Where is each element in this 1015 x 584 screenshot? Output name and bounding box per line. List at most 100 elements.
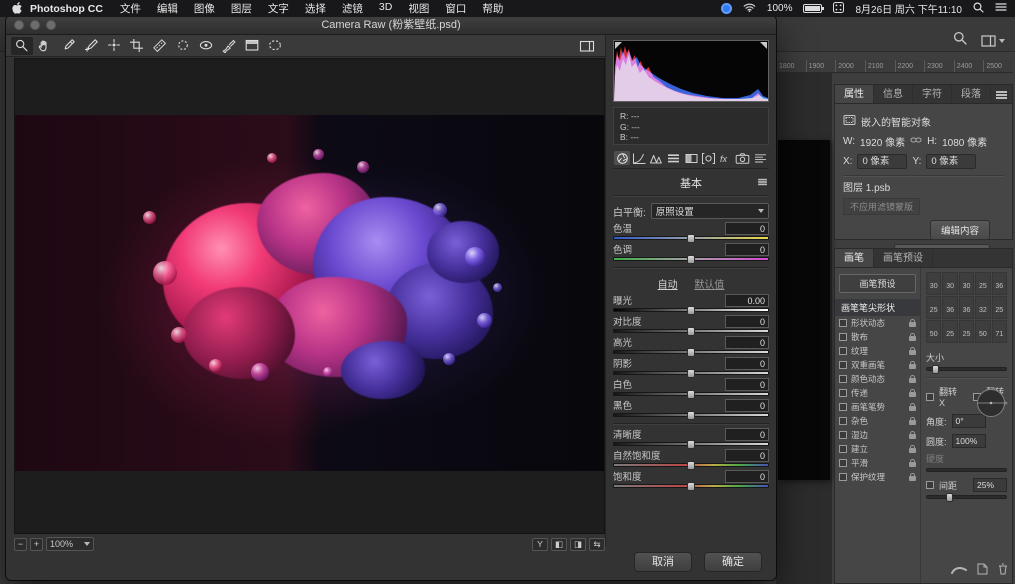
link-dimensions-icon[interactable] (910, 136, 922, 147)
spacing-thumb[interactable] (946, 493, 953, 502)
spotlight-search-icon[interactable] (973, 2, 984, 16)
slider-thumb[interactable] (687, 327, 695, 336)
color-sampler-tool-icon[interactable] (80, 37, 102, 55)
crop-tool-icon[interactable] (126, 37, 148, 55)
tab-detail-icon[interactable] (649, 151, 665, 165)
hardness-slider[interactable] (926, 468, 1007, 472)
slider-thumb[interactable] (687, 482, 695, 491)
lock-icon[interactable] (909, 406, 916, 411)
lock-icon[interactable] (909, 434, 916, 439)
brush-stroke-preview-icon[interactable] (951, 562, 967, 580)
brush-size-thumb[interactable] (932, 365, 939, 374)
tab-hsl-grayscale-icon[interactable] (666, 151, 682, 165)
brush-option-row[interactable]: 保护纹理 (835, 470, 920, 484)
spot-removal-tool-icon[interactable] (172, 37, 194, 55)
slider-thumb[interactable] (687, 306, 695, 315)
slider-track[interactable] (613, 442, 769, 446)
lock-icon[interactable] (909, 476, 916, 481)
tab-basic-icon[interactable] (614, 151, 630, 165)
brush-option-checkbox[interactable] (839, 389, 847, 397)
lock-icon[interactable] (909, 364, 916, 369)
white-balance-tool-icon[interactable] (57, 37, 79, 55)
brush-tip-cell[interactable]: 25 (975, 272, 990, 295)
adjustment-brush-tool-icon[interactable] (218, 37, 240, 55)
radial-filter-tool-icon[interactable] (264, 37, 286, 55)
default-link[interactable]: 默认值 (694, 280, 724, 291)
slider-track[interactable] (613, 350, 769, 354)
slider-thumb[interactable] (687, 234, 695, 243)
slider-thumb[interactable] (687, 440, 695, 449)
slider-value-field[interactable]: 0.00 (725, 294, 769, 307)
slider-value-field[interactable]: 0 (725, 222, 769, 235)
brush-presets-button[interactable]: 画笔预设 (839, 274, 916, 293)
tab-camera-calibration-icon[interactable] (735, 151, 751, 165)
brush-tip-cell[interactable]: 36 (959, 296, 974, 319)
delete-brush-icon[interactable] (998, 562, 1008, 580)
panel-tab[interactable]: 字符 (913, 85, 952, 103)
brush-tip-cell[interactable]: 36 (992, 272, 1007, 295)
zoom-level-select[interactable]: 100% (46, 537, 94, 551)
slider-track[interactable] (613, 236, 769, 240)
slider-track[interactable] (613, 371, 769, 375)
highlight-clipping-indicator[interactable] (760, 42, 767, 49)
slider-value-field[interactable]: 0 (725, 449, 769, 462)
minimize-button[interactable] (30, 20, 40, 30)
input-source-icon[interactable] (833, 2, 844, 16)
brush-option-row[interactable]: 建立 (835, 442, 920, 456)
menu-item[interactable]: 文件 (112, 1, 149, 16)
brush-tip-cell[interactable]: 50 (975, 320, 990, 343)
spacing-slider[interactable] (926, 495, 1007, 499)
zoom-out-button[interactable]: − (14, 538, 27, 551)
brush-option-checkbox[interactable] (839, 431, 847, 439)
menu-item[interactable]: 文字 (260, 1, 297, 16)
apple-menu-icon[interactable] (8, 2, 26, 15)
slider-value-field[interactable]: 0 (725, 399, 769, 412)
zoom-window-button[interactable] (46, 20, 56, 30)
close-button[interactable] (14, 20, 24, 30)
width-value[interactable]: 1920 像素 (860, 134, 905, 149)
brush-option-row[interactable]: 双重画笔 (835, 358, 920, 372)
slider-track[interactable] (613, 463, 769, 467)
split-view-vertical-button[interactable]: ◧ (551, 538, 567, 551)
menu-item[interactable]: 帮助 (474, 1, 511, 16)
menu-item[interactable]: 图像 (186, 1, 223, 16)
slider-thumb[interactable] (687, 369, 695, 378)
slider-value-field[interactable]: 0 (725, 243, 769, 256)
brush-option-row[interactable]: 杂色 (835, 414, 920, 428)
panel-tab[interactable]: 画笔预设 (874, 249, 933, 267)
menu-item[interactable]: 编辑 (149, 1, 186, 16)
new-brush-icon[interactable] (977, 562, 988, 580)
brush-tip-shape-item[interactable]: 画笔笔尖形状 (835, 299, 920, 316)
red-eye-tool-icon[interactable] (195, 37, 217, 55)
ps-workspace-icon[interactable] (981, 35, 1005, 47)
lock-icon[interactable] (909, 448, 916, 453)
brush-tip-cell[interactable]: 25 (959, 320, 974, 343)
menu-item[interactable]: 滤镜 (334, 1, 371, 16)
brush-tip-cell[interactable]: 25 (926, 296, 941, 319)
y-field[interactable]: 0 像素 (926, 154, 976, 169)
zoom-tool-icon[interactable] (11, 37, 33, 55)
tab-lens-corrections-icon[interactable] (700, 151, 716, 165)
brush-option-checkbox[interactable] (839, 347, 847, 355)
wifi-icon[interactable] (743, 2, 756, 15)
brush-option-row[interactable]: 传递 (835, 386, 920, 400)
slider-thumb[interactable] (687, 461, 695, 470)
slider-value-field[interactable]: 0 (725, 378, 769, 391)
dialog-titlebar[interactable]: Camera Raw (粉紫壁纸.psd) (6, 16, 776, 35)
slider-track[interactable] (613, 484, 769, 488)
brush-tip-cell[interactable]: 30 (942, 272, 957, 295)
brush-option-checkbox[interactable] (839, 375, 847, 383)
tab-split-toning-icon[interactable] (683, 151, 699, 165)
brush-angle-control[interactable] (974, 386, 1008, 425)
brush-tip-cell[interactable]: 32 (975, 296, 990, 319)
ps-search-icon[interactable] (953, 31, 967, 50)
brush-option-checkbox[interactable] (839, 403, 847, 411)
lock-icon[interactable] (909, 392, 916, 397)
brush-option-checkbox[interactable] (839, 361, 847, 369)
ok-button[interactable]: 确定 (704, 552, 762, 572)
battery-icon[interactable] (803, 4, 822, 13)
fullscreen-toggle-icon[interactable] (576, 37, 598, 55)
brush-tip-cell[interactable]: 30 (959, 272, 974, 295)
tab-tone-curve-icon[interactable] (631, 151, 647, 165)
straighten-tool-icon[interactable] (149, 37, 171, 55)
